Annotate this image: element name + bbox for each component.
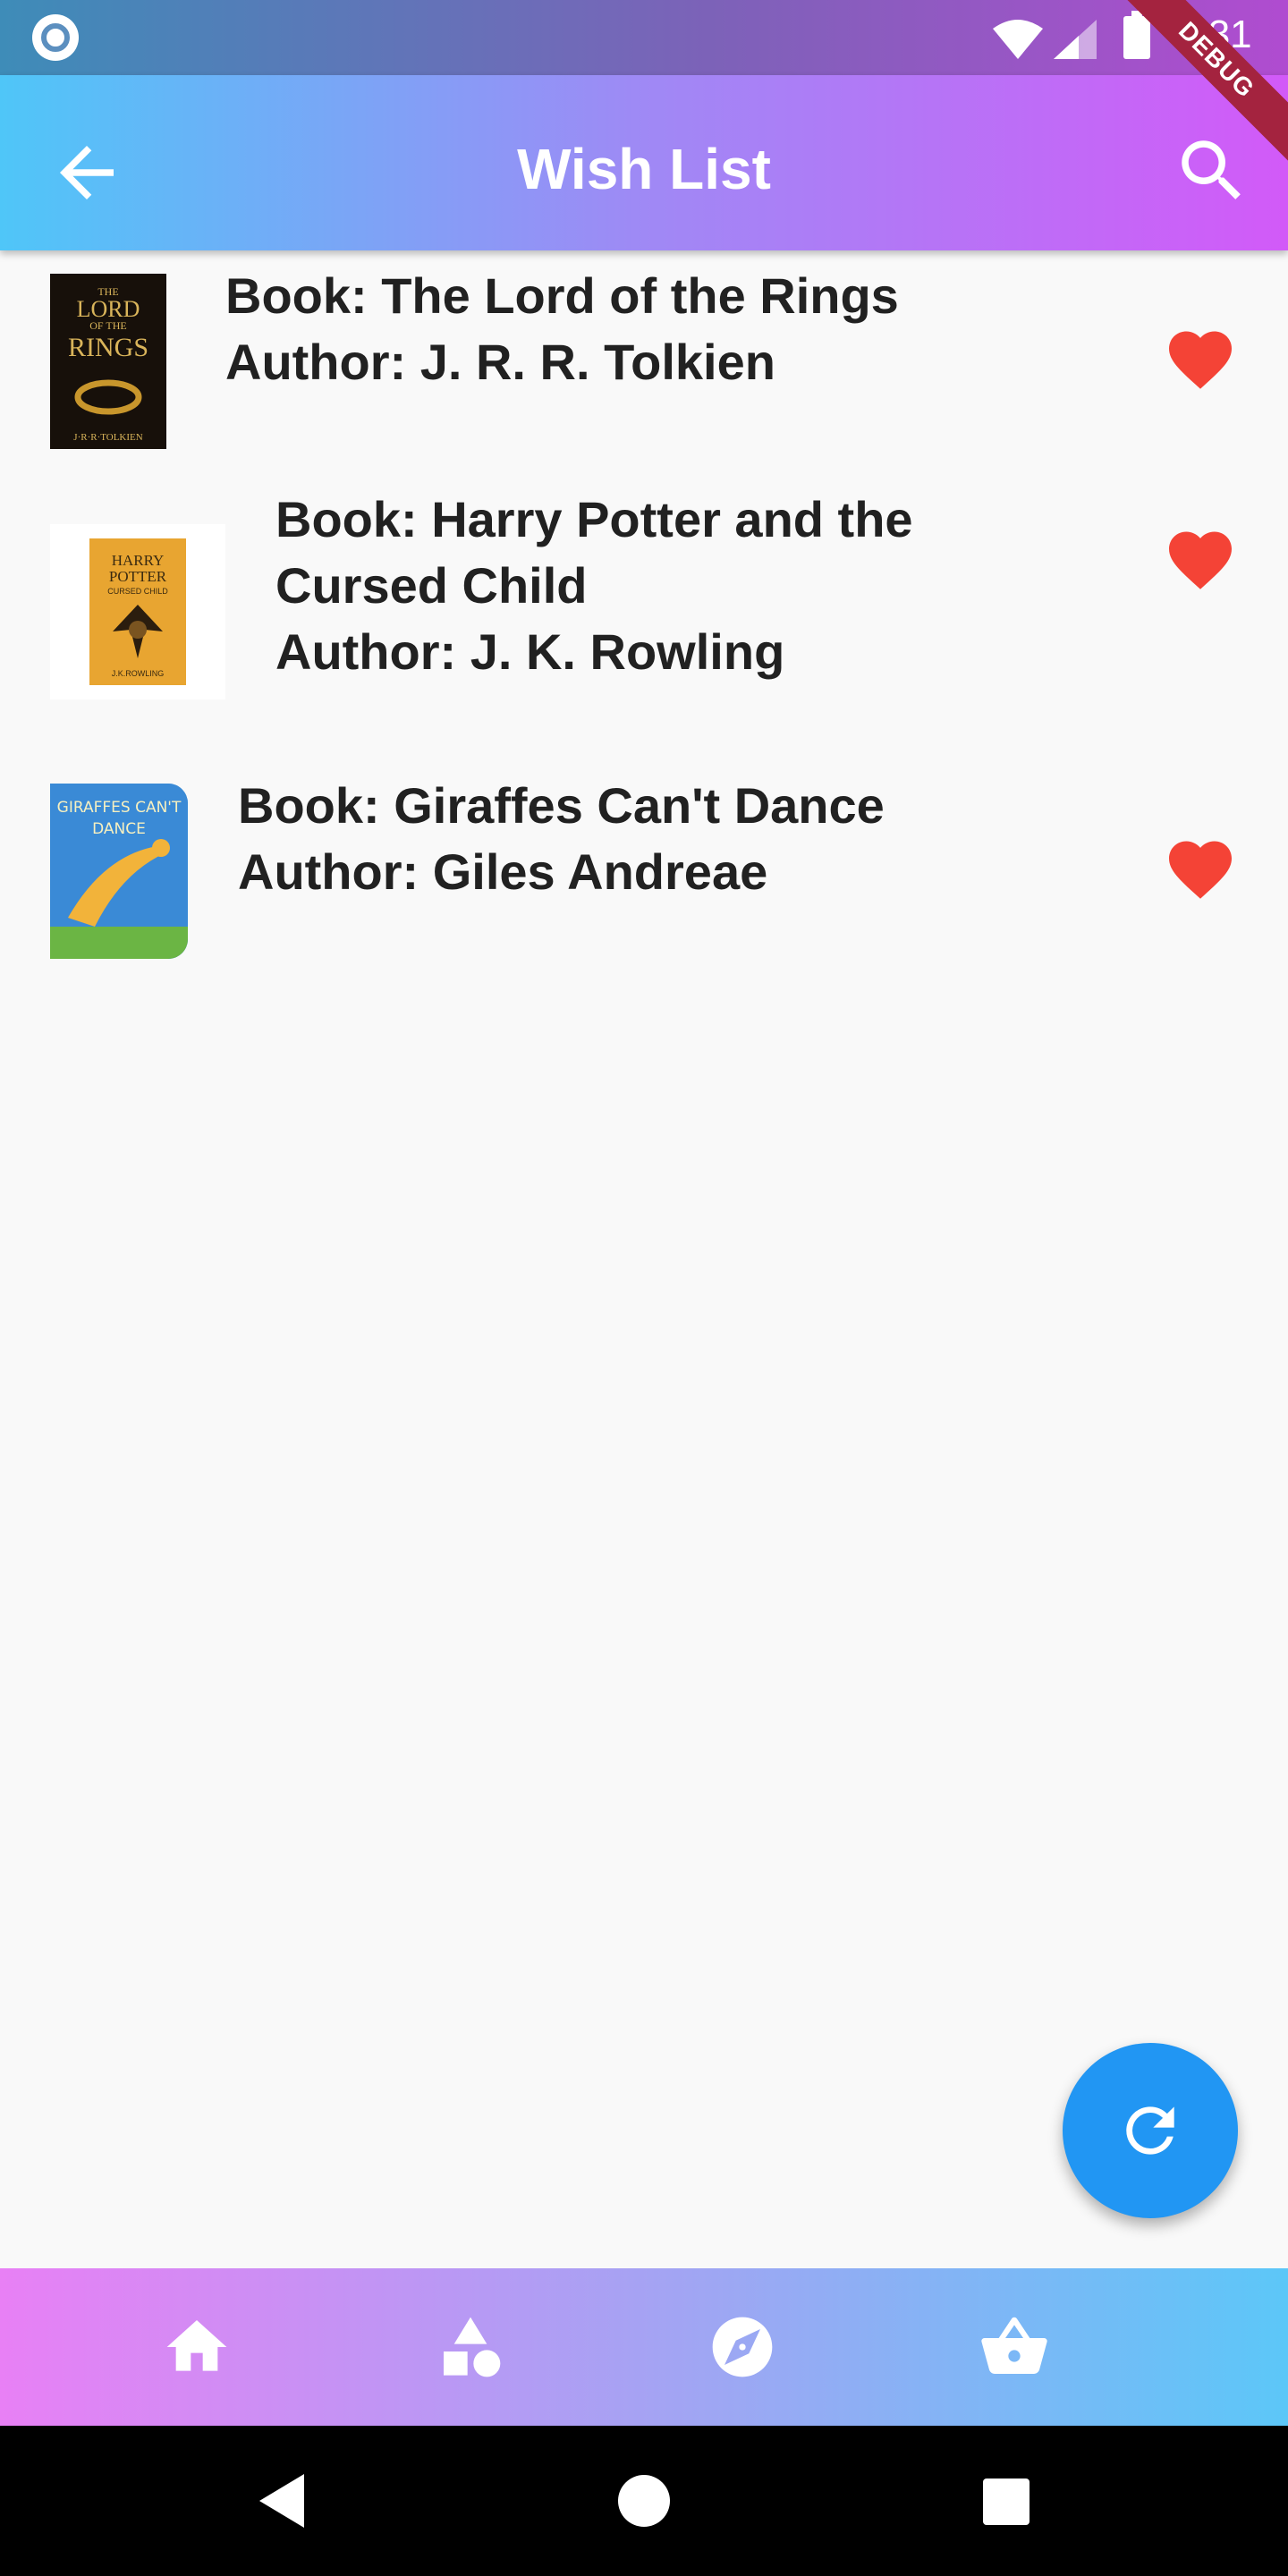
search-button[interactable] [1172, 131, 1252, 211]
back-triangle-icon [259, 2474, 304, 2528]
notification-icon [32, 14, 79, 61]
lord-of-the-rings-cover: THE LORD OF THE RINGS J·R·R·TOLKIEN [50, 274, 166, 449]
nav-basket[interactable] [979, 2311, 1050, 2383]
page-title: Wish List [517, 137, 771, 201]
svg-text:J·R·R·TOLKIEN: J·R·R·TOLKIEN [73, 432, 142, 443]
system-back-button[interactable] [247, 2465, 318, 2537]
list-item[interactable]: GIRAFFES CAN'T DANCE Book: Giraffes Can'… [0, 760, 1288, 975]
system-navigation-bar [0, 2426, 1288, 2576]
wifi-icon [993, 20, 1043, 59]
favorite-button[interactable] [1163, 522, 1238, 597]
system-recents-button[interactable] [970, 2465, 1041, 2537]
status-bar: 1:31 [0, 0, 1288, 75]
harry-potter-cursed-child-cover: HARRY POTTER CURSED CHILD J.K.ROWLING [50, 524, 225, 699]
nav-explore[interactable] [707, 2311, 778, 2383]
home-icon [166, 2320, 227, 2371]
nav-category[interactable] [435, 2311, 506, 2383]
svg-text:HARRY: HARRY [112, 552, 165, 569]
svg-text:LORD: LORD [77, 296, 140, 322]
search-icon [1182, 140, 1241, 199]
signal-icon [1054, 20, 1097, 59]
nav-home[interactable] [161, 2311, 233, 2383]
heart-icon [1169, 841, 1232, 899]
favorite-button[interactable] [1163, 322, 1238, 397]
svg-text:GIRAFFES CAN'T: GIRAFFES CAN'T [57, 799, 182, 817]
svg-text:J.K.ROWLING: J.K.ROWLING [112, 669, 165, 678]
book-title: Book: The Lord of the Rings [225, 267, 899, 324]
refresh-button[interactable] [1063, 2043, 1238, 2218]
app-bar: Wish List [0, 75, 1288, 250]
list-item[interactable]: HARRY POTTER CURSED CHILD J.K.ROWLING Bo… [0, 474, 1288, 742]
heart-icon [1169, 331, 1232, 389]
heart-icon [1169, 531, 1232, 589]
refresh-icon [1126, 2106, 1174, 2155]
book-info: Book: The Lord of the Rings Author: J. R… [225, 263, 1120, 395]
book-author: Author: Giles Andreae [238, 843, 768, 900]
home-circle-icon [618, 2475, 670, 2527]
book-info: Book: Harry Potter and the Cursed Child … [275, 487, 1080, 685]
recents-square-icon [983, 2479, 1030, 2525]
giraffes-cant-dance-cover: GIRAFFES CAN'T DANCE [50, 784, 188, 959]
favorite-button[interactable] [1163, 832, 1238, 907]
list-item[interactable]: THE LORD OF THE RINGS J·R·R·TOLKIEN Book… [0, 250, 1288, 465]
svg-text:OF THE: OF THE [89, 319, 126, 332]
svg-text:DANCE: DANCE [92, 820, 146, 838]
svg-text:RINGS: RINGS [68, 333, 148, 362]
category-icon [444, 2317, 501, 2377]
book-title: Book: Giraffes Can't Dance [238, 777, 885, 834]
bottom-navigation [0, 2268, 1288, 2426]
book-author: Author: J. R. R. Tolkien [225, 334, 775, 390]
battery-icon [1123, 11, 1150, 59]
book-title: Book: Harry Potter and the Cursed Child [275, 491, 913, 614]
basket-icon [981, 2317, 1047, 2374]
system-home-button[interactable] [608, 2465, 680, 2537]
book-info: Book: Giraffes Can't Dance Author: Giles… [238, 773, 1132, 905]
explore-icon [712, 2317, 773, 2377]
svg-text:POTTER: POTTER [109, 568, 167, 585]
book-author: Author: J. K. Rowling [275, 623, 785, 680]
svg-text:CURSED CHILD: CURSED CHILD [107, 587, 168, 596]
